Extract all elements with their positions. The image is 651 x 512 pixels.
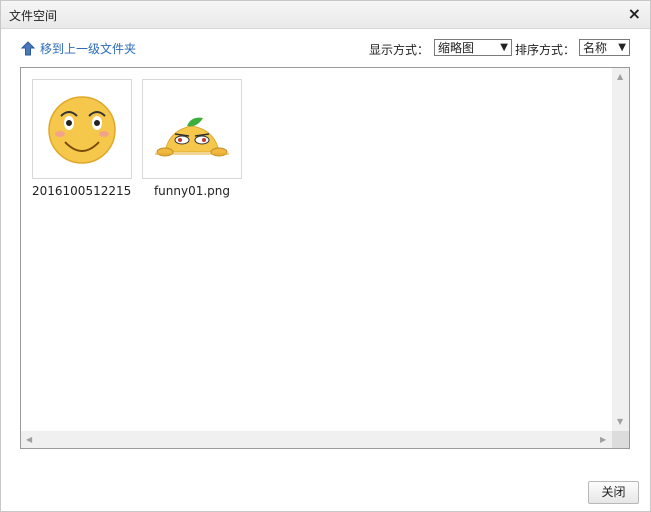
peeking-face-image <box>155 117 229 157</box>
scroll-down-icon[interactable]: ▼ <box>617 418 623 426</box>
close-button[interactable]: 关闭 <box>588 481 639 504</box>
file-name: funny01.png <box>153 184 231 198</box>
file-thumbnail[interactable] <box>32 79 132 179</box>
scroll-right-icon[interactable]: ▶ <box>600 436 606 444</box>
toolbar: 移到上一级文件夹 显示方式： 缩略图 ▼ 排序方式： 名称 ▼ <box>1 37 650 61</box>
up-folder-link[interactable]: 移到上一级文件夹 <box>21 40 136 57</box>
up-arrow-icon <box>21 41 35 56</box>
file-space-dialog: 文件空间 × 移到上一级文件夹 显示方式： 缩略图 ▼ 排序方式： 名称 ▼ 2… <box>0 0 651 512</box>
scroll-up-icon[interactable]: ▲ <box>617 73 623 81</box>
sort-mode-value: 名称 <box>583 41 608 55</box>
dialog-title: 文件空间 <box>9 9 58 23</box>
close-icon[interactable]: × <box>628 5 641 23</box>
dropdown-arrow-icon: ▼ <box>618 42 626 53</box>
file-name: 201610051221502 <box>32 184 132 198</box>
file-thumbnail[interactable] <box>142 79 242 179</box>
vertical-scrollbar[interactable]: ▲ ▼ <box>612 68 629 432</box>
display-mode-select[interactable]: 缩略图 ▼ <box>434 39 512 56</box>
display-mode-value: 缩略图 <box>438 41 475 55</box>
sort-mode-label: 排序方式： <box>515 43 576 57</box>
sort-mode-select[interactable]: 名称 ▼ <box>579 39 630 56</box>
up-folder-label: 移到上一级文件夹 <box>40 42 137 56</box>
title-bar: 文件空间 × <box>1 1 650 29</box>
dropdown-arrow-icon: ▼ <box>500 42 508 53</box>
scroll-left-icon[interactable]: ◀ <box>26 436 32 444</box>
smiley-face-image <box>48 96 116 164</box>
display-mode-label: 显示方式： <box>369 43 430 57</box>
horizontal-scrollbar[interactable]: ◀ ▶ <box>21 431 612 448</box>
scrollbar-corner <box>612 431 629 448</box>
file-list-panel: 201610051221502 funny01.png ▲ ▼ <box>20 67 630 449</box>
